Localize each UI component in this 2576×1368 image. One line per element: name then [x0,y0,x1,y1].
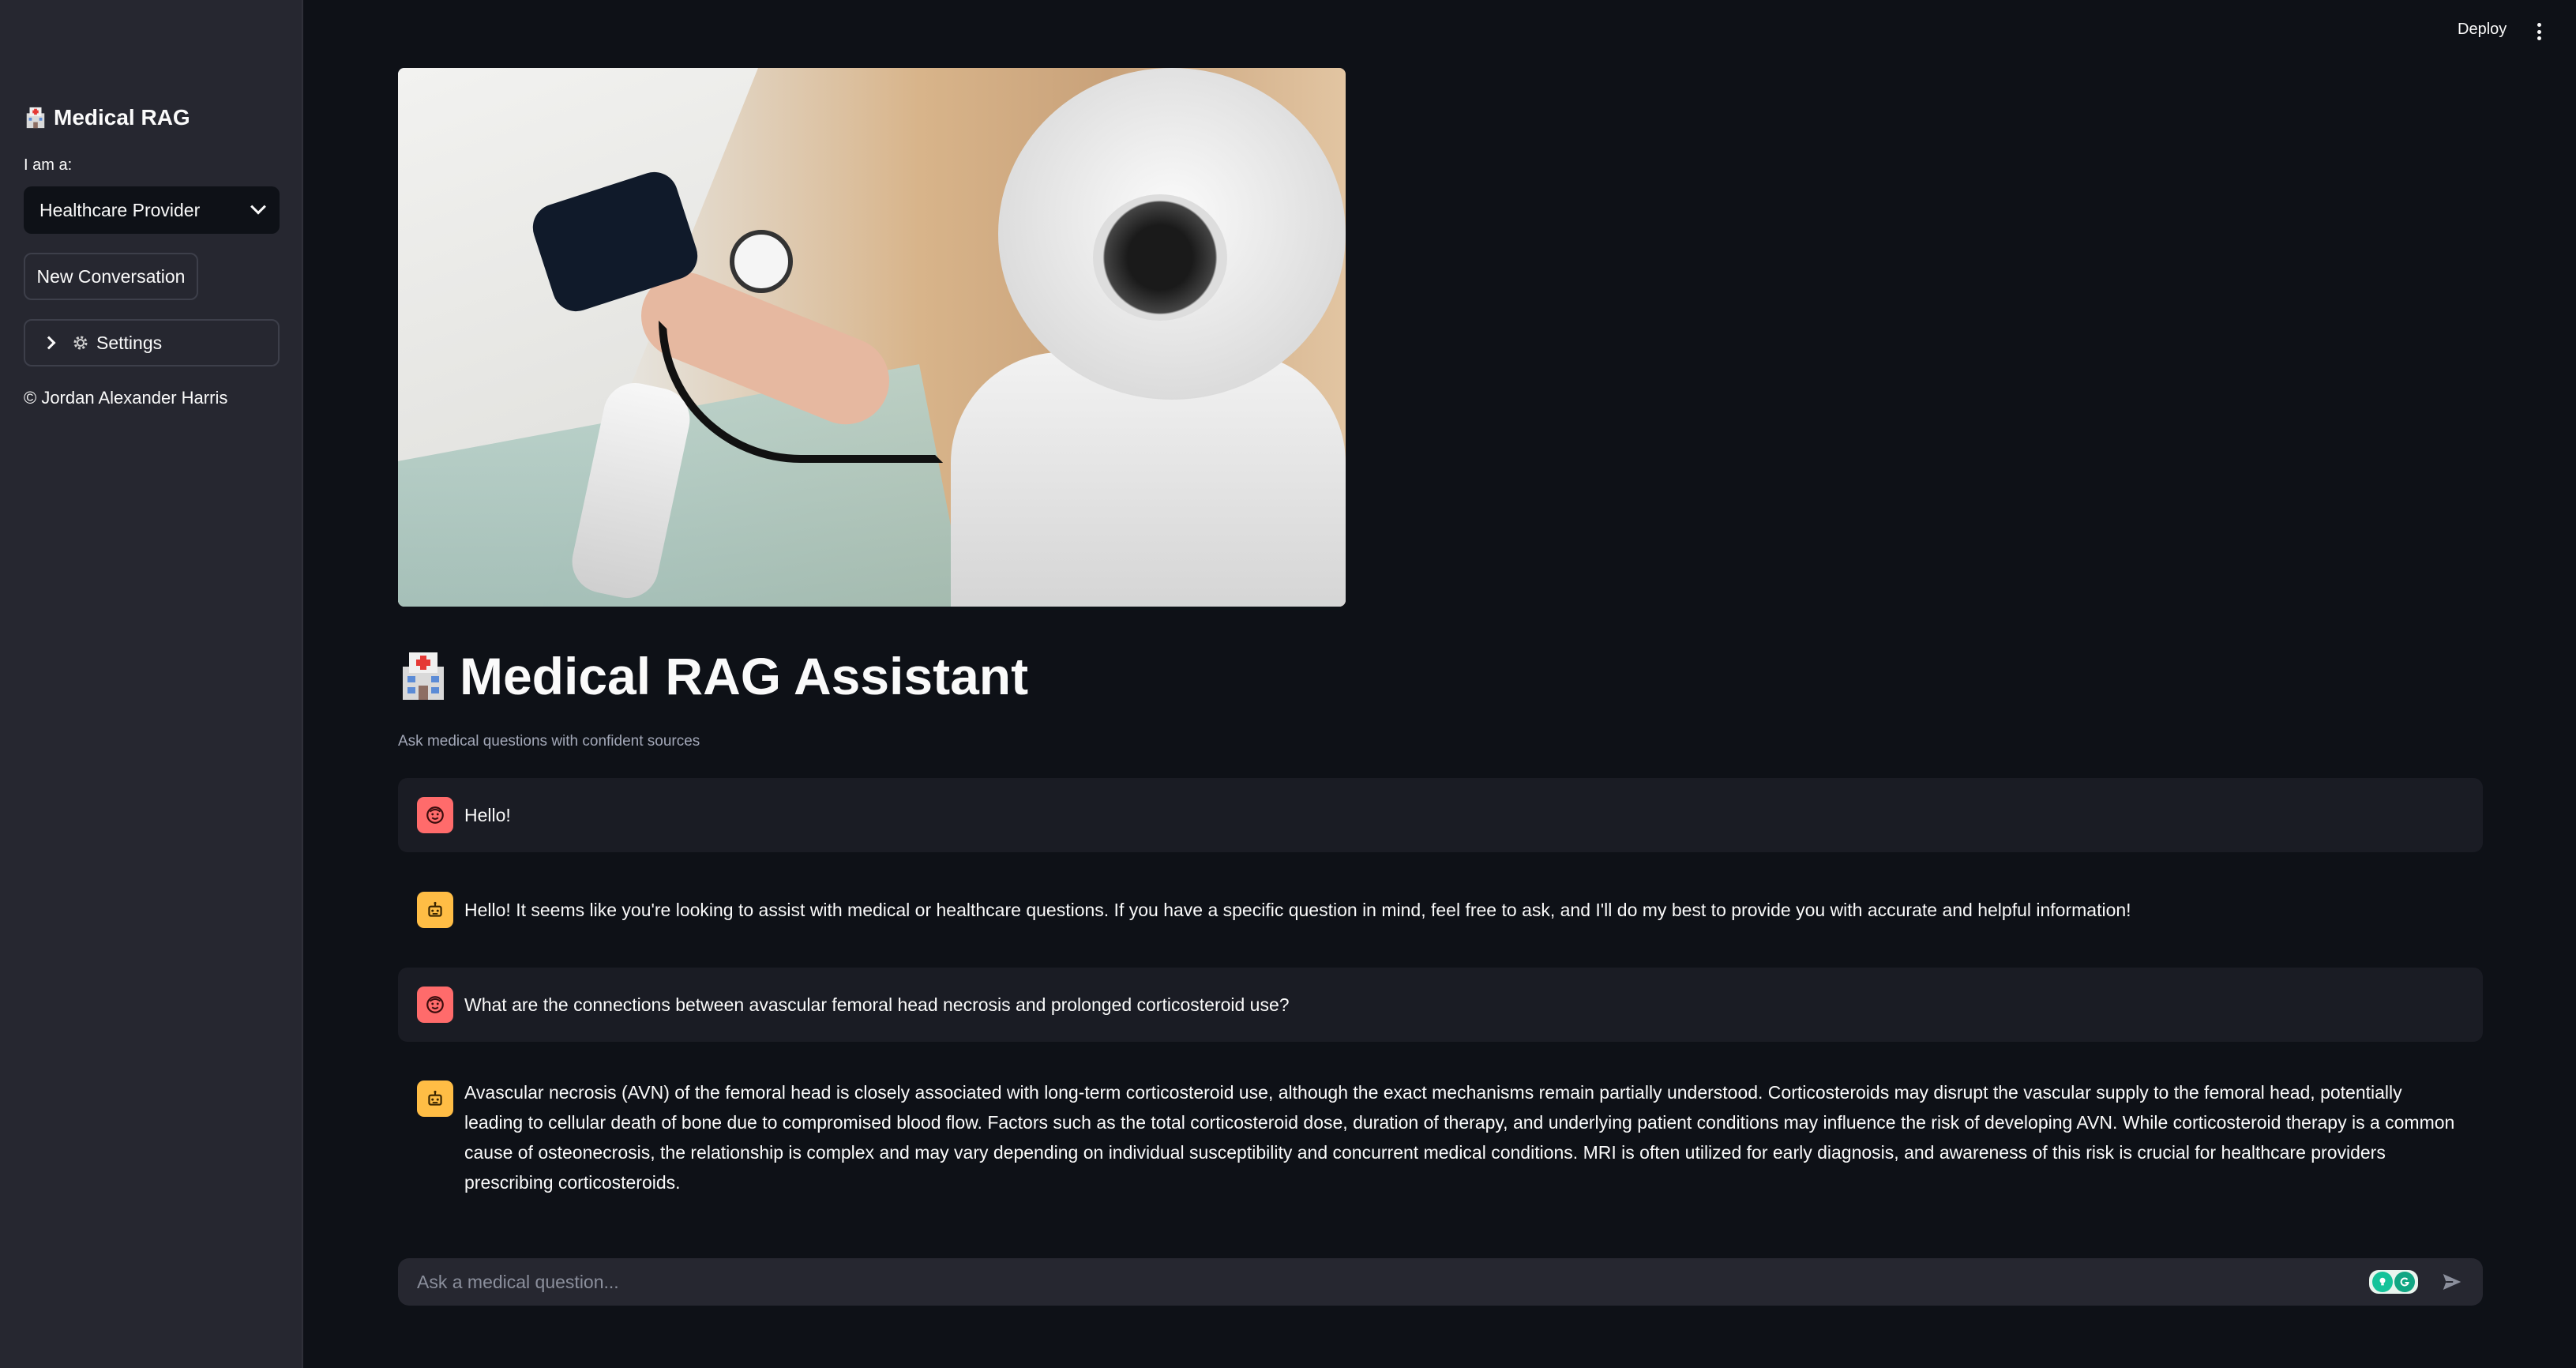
grammarly-g-icon [2394,1272,2415,1292]
copyright-text: © Jordan Alexander Harris [24,388,228,408]
user-avatar [417,797,453,833]
chat-message-text: What are the connections between avascul… [464,994,1290,1015]
face-icon [426,996,444,1013]
hero-image [398,68,1346,607]
sidebar: Medical RAG I am a: Healthcare Provider … [0,0,303,1368]
assistant-avatar [417,1080,453,1117]
app-root: Medical RAG I am a: Healthcare Provider … [0,0,2576,1368]
robot-icon [428,1090,442,1106]
assistant-avatar [417,892,453,928]
role-select-label: I am a: [24,156,73,174]
settings-expander-label-wrap: Settings [71,333,162,354]
page-title: Medical RAG Assistant [398,646,1028,706]
chat-message-assistant: Hello! It seems like you're looking to a… [398,873,2483,947]
deploy-button[interactable]: Deploy [2458,21,2507,39]
send-icon[interactable] [2440,1270,2464,1294]
hospital-icon [403,652,444,700]
sidebar-title-text: Medical RAG [54,105,190,130]
kebab-dot [2537,29,2541,34]
chevron-down-icon [250,198,266,215]
hero-image-robot-eye [1093,194,1227,321]
chat-message-text: Avascular necrosis (AVN) of the femoral … [464,1082,2455,1193]
page-title-text: Medical RAG Assistant [460,647,1029,705]
sidebar-title: Medical RAG [24,105,190,130]
chat-input-bar [398,1258,2483,1306]
lightbulb-icon [2379,1277,2386,1286]
settings-expander[interactable]: Settings [24,319,280,366]
chat-message-assistant: Avascular necrosis (AVN) of the femoral … [398,1074,2483,1212]
grammarly-logo-icon [2400,1277,2409,1287]
hero-image-gauge [730,230,793,293]
main-menu-kebab-icon[interactable] [2533,21,2544,43]
chevron-right-icon [42,336,56,350]
grammarly-widget[interactable] [2369,1270,2418,1294]
kebab-dot [2537,23,2541,27]
chat-message-user: Hello! [398,778,2483,852]
robot-icon [428,901,442,917]
chat-message-user: What are the connections between avascul… [398,968,2483,1042]
grammarly-bulb-icon [2372,1272,2393,1292]
gear-icon [73,336,88,350]
user-avatar [417,987,453,1023]
new-conversation-button[interactable]: New Conversation [24,253,198,300]
page-subtitle: Ask medical questions with confident sou… [398,733,700,750]
chat-input[interactable] [417,1271,2369,1293]
chat-message-text: Hello! It seems like you're looking to a… [464,900,2131,920]
face-icon [426,806,444,824]
hospital-icon [26,107,45,129]
kebab-dot [2537,36,2541,40]
role-select[interactable]: Healthcare Provider [24,186,280,234]
settings-label: Settings [96,332,163,353]
chat-message-text: Hello! [464,805,511,825]
role-select-value: Healthcare Provider [39,199,201,220]
